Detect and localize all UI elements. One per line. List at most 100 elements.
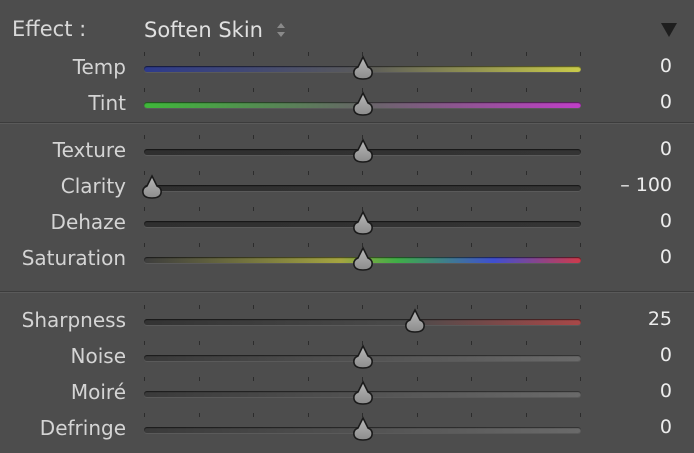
slider-value-defringe[interactable]: 0	[612, 416, 672, 438]
slider-track-clarity[interactable]	[144, 185, 581, 191]
slider-thumb-icon[interactable]	[141, 174, 163, 200]
slider-value-clarity[interactable]: – 100	[612, 174, 672, 196]
slider-label: Dehaze	[50, 210, 126, 234]
slider-label: Noise	[70, 344, 126, 368]
slider-value-tint[interactable]: 0	[612, 91, 672, 113]
slider-row-moire: Moiré 0	[0, 375, 694, 411]
slider-value-dehaze[interactable]: 0	[612, 210, 672, 232]
slider-tick	[471, 88, 472, 92]
slider-tick	[199, 135, 200, 139]
slider-tick	[580, 305, 581, 309]
slider-row-sharpness: Sharpness 25	[0, 303, 694, 339]
slider-label: Temp	[72, 55, 126, 79]
updown-arrows-icon	[276, 23, 285, 37]
slider-tick	[308, 52, 309, 56]
slider-tick	[580, 413, 581, 417]
slider-value-saturation[interactable]: 0	[612, 246, 672, 268]
slider-tick	[144, 88, 145, 92]
slider-thumb-icon[interactable]	[352, 380, 374, 406]
slider-tick	[471, 377, 472, 381]
slider-row-dehaze: Dehaze 0	[0, 205, 694, 241]
slider-thumb-icon[interactable]	[352, 246, 374, 272]
slider-tick	[308, 305, 309, 309]
slider-tick	[580, 52, 581, 56]
slider-tick	[199, 171, 200, 175]
slider-label: Moiré	[70, 380, 126, 404]
slider-tick	[417, 52, 418, 56]
slider-tick	[580, 377, 581, 381]
slider-row-temp: Temp 0	[0, 50, 694, 86]
slider-tick	[253, 207, 254, 211]
slider-tick	[308, 171, 309, 175]
slider-tick	[471, 207, 472, 211]
slider-tick	[526, 413, 527, 417]
slider-tick	[417, 341, 418, 345]
slider-tick	[580, 243, 581, 247]
slider-tick	[526, 88, 527, 92]
slider-tick	[199, 305, 200, 309]
slider-value-moire[interactable]: 0	[612, 380, 672, 402]
slider-tick	[253, 171, 254, 175]
slider-tick	[526, 243, 527, 247]
slider-tick	[199, 377, 200, 381]
slider-tick	[308, 413, 309, 417]
slider-thumb-icon[interactable]	[352, 138, 374, 164]
disclosure-triangle-icon[interactable]	[660, 22, 678, 38]
slider-tick	[308, 207, 309, 211]
slider-track-sharpness[interactable]	[144, 319, 581, 325]
slider-tick	[253, 52, 254, 56]
slider-tick	[580, 88, 581, 92]
slider-tick	[253, 341, 254, 345]
slider-tick	[253, 413, 254, 417]
slider-tick	[471, 243, 472, 247]
slider-tick	[199, 413, 200, 417]
slider-value-sharpness[interactable]: 25	[612, 308, 672, 330]
slider-thumb-icon[interactable]	[352, 210, 374, 236]
group-divider	[0, 122, 694, 124]
slider-tick	[144, 413, 145, 417]
slider-thumb-icon[interactable]	[352, 344, 374, 370]
slider-tick	[308, 341, 309, 345]
slider-tick	[417, 207, 418, 211]
slider-tick	[471, 305, 472, 309]
effect-label: Effect :	[12, 17, 87, 41]
slider-tick	[253, 243, 254, 247]
slider-ticks	[144, 171, 581, 179]
slider-value-texture[interactable]: 0	[612, 138, 672, 160]
slider-tick	[308, 377, 309, 381]
slider-tick	[253, 377, 254, 381]
slider-thumb-icon[interactable]	[404, 308, 426, 334]
slider-tick	[144, 377, 145, 381]
slider-label: Tint	[88, 91, 126, 115]
slider-tick	[199, 207, 200, 211]
slider-tick	[417, 88, 418, 92]
slider-row-noise: Noise 0	[0, 339, 694, 375]
slider-label: Saturation	[21, 246, 126, 270]
slider-thumb-icon[interactable]	[352, 416, 374, 442]
slider-row-defringe: Defringe 0	[0, 411, 694, 447]
slider-tick	[526, 207, 527, 211]
slider-value-noise[interactable]: 0	[612, 344, 672, 366]
slider-row-clarity: Clarity – 100	[0, 169, 694, 205]
slider-ticks	[144, 305, 581, 313]
slider-label: Texture	[52, 138, 126, 162]
effect-preset-select[interactable]: Soften Skin	[144, 14, 286, 46]
slider-tick	[199, 341, 200, 345]
slider-row-tint: Tint 0	[0, 86, 694, 122]
slider-tick	[144, 207, 145, 211]
slider-value-temp[interactable]: 0	[612, 55, 672, 77]
slider-tick	[144, 243, 145, 247]
slider-label: Defringe	[39, 416, 126, 440]
slider-tick	[144, 135, 145, 139]
slider-tick	[253, 305, 254, 309]
slider-tick	[580, 135, 581, 139]
slider-tick	[471, 413, 472, 417]
slider-thumb-icon[interactable]	[352, 55, 374, 81]
slider-tick	[471, 135, 472, 139]
slider-tick	[526, 135, 527, 139]
slider-tick	[253, 135, 254, 139]
slider-thumb-icon[interactable]	[352, 91, 374, 117]
slider-tick	[308, 135, 309, 139]
slider-tick	[417, 135, 418, 139]
slider-tick	[526, 171, 527, 175]
